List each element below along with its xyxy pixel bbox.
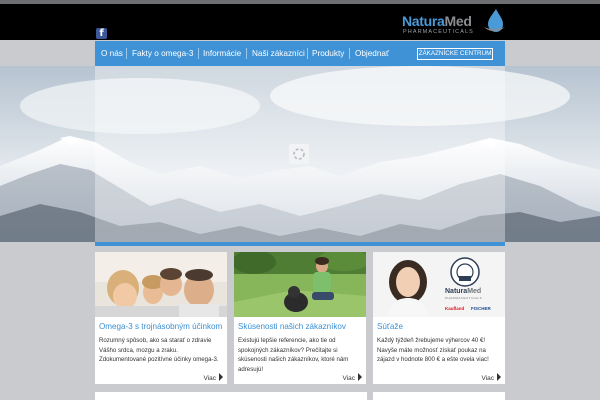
nav-divider <box>126 48 127 59</box>
hero-banner <box>0 66 600 242</box>
card-text: Rozumný spôsob, ako sa starať o zdravie … <box>99 337 219 364</box>
nav-item-objednat[interactable]: Objednať <box>355 41 389 66</box>
chevron-right-icon <box>497 373 501 381</box>
bottom-panel-right <box>373 392 505 400</box>
more-link[interactable]: Viac <box>481 373 501 382</box>
chevron-right-icon <box>358 373 362 381</box>
partner-kaufland: Kaufland <box>445 306 465 311</box>
nav-item-o-nas[interactable]: O nás <box>101 41 123 66</box>
nav-item-produkty[interactable]: Produkty <box>312 41 344 66</box>
logo-tagline: PHARMACEUTICALS <box>403 29 474 35</box>
chevron-right-icon <box>219 373 223 381</box>
card-skusenosti[interactable]: Skúsenosti našich zákazníkov Existujú le… <box>234 252 366 384</box>
nav-divider <box>198 48 199 59</box>
nav-divider <box>246 48 247 59</box>
logo[interactable]: NaturaMed PHARMACEUTICALS <box>402 8 506 38</box>
partner-fischer: FISCHER <box>471 306 491 311</box>
card-title[interactable]: Súťaže <box>377 322 403 331</box>
logo-wordmark: NaturaMed <box>402 13 472 29</box>
header: f <box>0 4 600 40</box>
more-link[interactable]: Viac <box>203 373 223 382</box>
card-sutaze[interactable]: NaturaMed PHARMACEUTICALS Kaufland FISCH… <box>373 252 505 384</box>
facebook-icon[interactable]: f <box>96 28 107 39</box>
nav-divider <box>349 48 350 59</box>
nav-item-fakty[interactable]: Fakty o omega-3 <box>132 41 193 66</box>
card-text: Existujú lepšie referencie, ako tie od s… <box>238 337 349 373</box>
nav-divider <box>307 48 308 59</box>
card3-logo: NaturaMed PHARMACEUTICALS <box>445 288 483 300</box>
loading-icon <box>289 144 309 164</box>
more-link[interactable]: Viac <box>342 373 362 382</box>
family-photo <box>95 252 227 317</box>
drop-icon <box>484 9 505 32</box>
nav-item-nasi-zakaznici[interactable]: Naši zákazníci <box>252 41 305 66</box>
card-title[interactable]: Skúsenosti našich zákazníkov <box>238 322 346 331</box>
card-omega3[interactable]: Omega-3 s trojnásobným účinkom Rozumný s… <box>95 252 227 384</box>
customer-photo <box>234 252 366 317</box>
main-nav: O nás Fakty o omega-3 Informácie Naši zá… <box>95 41 505 66</box>
card-text: Každý týždeň žrebujeme výhercov 40 €! Na… <box>377 337 489 364</box>
accent-divider <box>95 242 505 246</box>
customer-center-button[interactable]: ZÁKAZNÍCKE CENTRUM <box>417 48 493 60</box>
nav-item-informacie[interactable]: Informácie <box>203 41 241 66</box>
card-title[interactable]: Omega-3 s trojnásobným účinkom <box>99 322 222 331</box>
bottom-panel-left <box>95 392 367 400</box>
